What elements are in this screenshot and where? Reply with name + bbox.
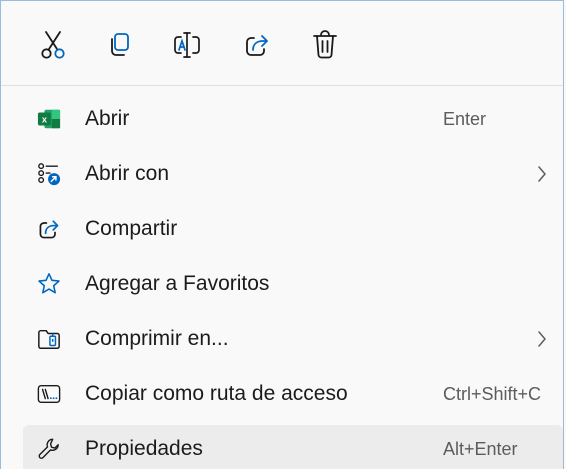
- share-button[interactable]: [239, 25, 275, 65]
- zip-folder-icon: [37, 327, 61, 351]
- rename-button[interactable]: [169, 25, 205, 65]
- shortcut-text: Enter: [443, 109, 487, 129]
- trash-icon: [312, 30, 338, 60]
- menu-item-open[interactable]: x Abrir Enter: [23, 95, 563, 143]
- open-with-icon: [37, 162, 61, 186]
- toolbar-divider: [1, 85, 563, 86]
- path-icon: [37, 382, 61, 406]
- chevron-right-icon: [535, 164, 549, 184]
- share-icon: [37, 217, 61, 241]
- delete-button[interactable]: [307, 25, 343, 65]
- copy-button[interactable]: [101, 25, 137, 65]
- copy-icon: [106, 31, 132, 59]
- rename-icon: [172, 30, 202, 60]
- menu-item-compress[interactable]: Comprimir en...: [23, 315, 563, 363]
- svg-text:x: x: [42, 115, 48, 125]
- menu-item-add-favorites[interactable]: Agregar a Favoritos: [23, 260, 563, 308]
- excel-icon: x: [37, 107, 61, 131]
- menu-item-label: Comprimir en...: [85, 327, 229, 350]
- menu-item-properties[interactable]: Propiedades Alt+Enter: [23, 425, 563, 469]
- chevron-right-icon: [535, 329, 549, 349]
- menu-item-label: Abrir con: [85, 162, 170, 185]
- menu-item-label: Abrir: [85, 107, 130, 130]
- shortcut-text: Alt+Enter: [443, 439, 518, 459]
- wrench-icon: [37, 437, 61, 461]
- menu-item-open-with[interactable]: Abrir con: [23, 150, 563, 198]
- menu-item-share[interactable]: Compartir: [23, 205, 563, 253]
- context-menu: x Abrir Enter Abrir con Compartir Agrega…: [0, 0, 564, 469]
- cut-button[interactable]: [35, 25, 71, 65]
- menu-item-label: Propiedades: [85, 437, 203, 460]
- star-icon: [37, 272, 61, 296]
- shortcut-text: Ctrl+Shift+C: [443, 384, 542, 404]
- share-icon: [243, 31, 271, 59]
- menu-item-copy-as-path[interactable]: Copiar como ruta de acceso Ctrl+Shift+C: [23, 370, 563, 418]
- scissors-icon: [39, 30, 67, 60]
- quick-actions-toolbar: [1, 1, 563, 85]
- menu-item-label: Agregar a Favoritos: [85, 272, 270, 295]
- menu-item-label: Compartir: [85, 217, 178, 240]
- menu-item-label: Copiar como ruta de acceso: [85, 382, 348, 405]
